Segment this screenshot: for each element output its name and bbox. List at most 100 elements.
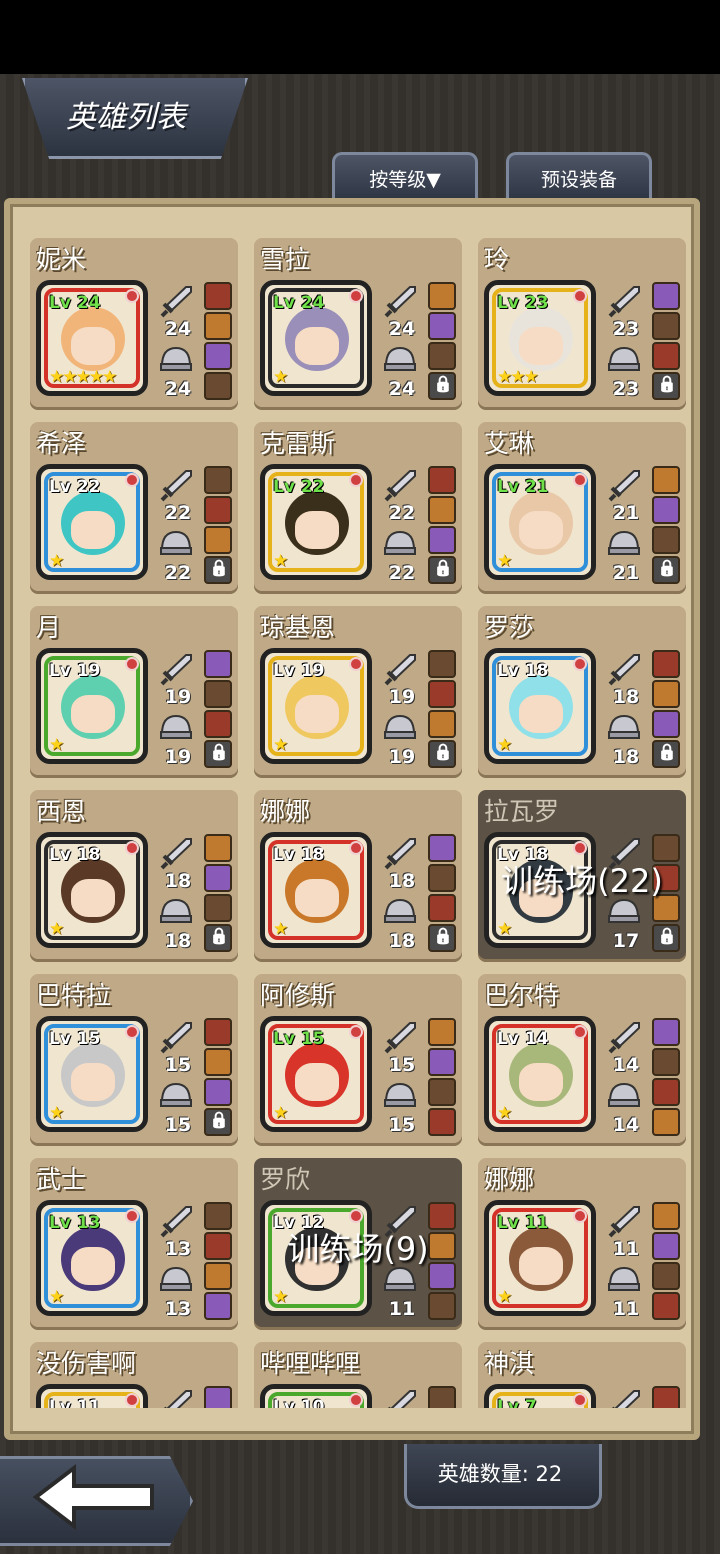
locked-slot-icon[interactable]: [428, 740, 456, 768]
equipment-slot[interactable]: [652, 1078, 680, 1106]
hero-portrait[interactable]: Lv 11 ★: [484, 1200, 596, 1316]
hero-portrait[interactable]: Lv 15 ★: [260, 1016, 372, 1132]
hero-card[interactable]: 罗欣 Lv 12 ★ 11 训练场(9): [254, 1158, 462, 1330]
hero-portrait[interactable]: Lv 18 ★: [484, 648, 596, 764]
hero-card[interactable]: 琼基恩 Lv 19 ★ 19 19: [254, 606, 462, 778]
equipment-slot[interactable]: [652, 1386, 680, 1408]
equipment-slot[interactable]: [428, 496, 456, 524]
hero-card[interactable]: 娜娜 Lv 11 ★ 11 11: [478, 1158, 686, 1330]
equipment-slot[interactable]: [428, 1078, 456, 1106]
equipment-slot[interactable]: [204, 1018, 232, 1046]
equipment-slot[interactable]: [428, 466, 456, 494]
preset-equipment-button[interactable]: 预设装备: [506, 152, 652, 198]
equipment-slot[interactable]: [652, 496, 680, 524]
hero-portrait[interactable]: Lv 22 ★: [36, 464, 148, 580]
sort-by-level-button[interactable]: 按等级▼: [332, 152, 478, 198]
hero-card[interactable]: 克雷斯 Lv 22 ★ 22 22: [254, 422, 462, 594]
hero-portrait[interactable]: Lv 19 ★: [36, 648, 148, 764]
locked-slot-icon[interactable]: [652, 740, 680, 768]
hero-portrait[interactable]: Lv 18 ★: [260, 832, 372, 948]
hero-portrait[interactable]: Lv 21 ★: [484, 464, 596, 580]
equipment-slot[interactable]: [204, 496, 232, 524]
equipment-slot[interactable]: [652, 1292, 680, 1320]
equipment-slot[interactable]: [204, 372, 232, 400]
equipment-slot[interactable]: [652, 1262, 680, 1290]
equipment-slot[interactable]: [204, 1048, 232, 1076]
hero-card[interactable]: 阿修斯 Lv 15 ★ 15 15: [254, 974, 462, 1146]
hero-portrait[interactable]: Lv 15 ★: [36, 1016, 148, 1132]
equipment-slot[interactable]: [652, 1048, 680, 1076]
equipment-slot[interactable]: [652, 710, 680, 738]
equipment-slot[interactable]: [204, 342, 232, 370]
equipment-slot[interactable]: [652, 282, 680, 310]
hero-card[interactable]: 希泽 Lv 22 ★ 22 22: [30, 422, 238, 594]
hero-card[interactable]: 武士 Lv 13 ★ 13 13: [30, 1158, 238, 1330]
locked-slot-icon[interactable]: [428, 556, 456, 584]
locked-slot-icon[interactable]: [652, 924, 680, 952]
equipment-slot[interactable]: [204, 1386, 232, 1408]
locked-slot-icon[interactable]: [652, 556, 680, 584]
equipment-slot[interactable]: [204, 834, 232, 862]
locked-slot-icon[interactable]: [204, 740, 232, 768]
equipment-slot[interactable]: [204, 282, 232, 310]
hero-portrait[interactable]: Lv 11: [36, 1384, 148, 1408]
equipment-slot[interactable]: [652, 342, 680, 370]
equipment-slot[interactable]: [652, 650, 680, 678]
equipment-slot[interactable]: [652, 1232, 680, 1260]
equipment-slot[interactable]: [204, 466, 232, 494]
hero-card[interactable]: 巴尔特 Lv 14 ★ 14 14: [478, 974, 686, 1146]
locked-slot-icon[interactable]: [204, 924, 232, 952]
equipment-slot[interactable]: [652, 312, 680, 340]
equipment-slot[interactable]: [428, 526, 456, 554]
equipment-slot[interactable]: [652, 526, 680, 554]
hero-portrait[interactable]: Lv 7: [484, 1384, 596, 1408]
hero-card[interactable]: 罗莎 Lv 18 ★ 18 18: [478, 606, 686, 778]
equipment-slot[interactable]: [652, 1202, 680, 1230]
equipment-slot[interactable]: [428, 864, 456, 892]
hero-card[interactable]: 艾琳 Lv 21 ★ 21 21: [478, 422, 686, 594]
locked-slot-icon[interactable]: [652, 372, 680, 400]
equipment-slot[interactable]: [428, 680, 456, 708]
equipment-slot[interactable]: [428, 312, 456, 340]
locked-slot-icon[interactable]: [204, 556, 232, 584]
hero-card[interactable]: 巴特拉 Lv 15 ★ 15 15: [30, 974, 238, 1146]
locked-slot-icon[interactable]: [204, 1108, 232, 1136]
hero-card[interactable]: 哔哩哔哩 Lv 10: [254, 1342, 462, 1408]
equipment-slot[interactable]: [204, 1202, 232, 1230]
hero-portrait[interactable]: Lv 10: [260, 1384, 372, 1408]
hero-portrait[interactable]: Lv 13 ★: [36, 1200, 148, 1316]
hero-portrait[interactable]: Lv 22 ★: [260, 464, 372, 580]
equipment-slot[interactable]: [204, 864, 232, 892]
equipment-slot[interactable]: [204, 1292, 232, 1320]
equipment-slot[interactable]: [652, 1108, 680, 1136]
equipment-slot[interactable]: [204, 312, 232, 340]
hero-card[interactable]: 神淇 Lv 7: [478, 1342, 686, 1408]
hero-portrait[interactable]: Lv 23 ★★★: [484, 280, 596, 396]
equipment-slot[interactable]: [428, 282, 456, 310]
hero-card[interactable]: 娜娜 Lv 18 ★ 18 18: [254, 790, 462, 962]
equipment-slot[interactable]: [428, 650, 456, 678]
hero-card[interactable]: 月 Lv 19 ★ 19 19: [30, 606, 238, 778]
equipment-slot[interactable]: [428, 894, 456, 922]
locked-slot-icon[interactable]: [428, 924, 456, 952]
hero-portrait[interactable]: Lv 18 ★: [36, 832, 148, 948]
equipment-slot[interactable]: [428, 1108, 456, 1136]
equipment-slot[interactable]: [428, 1018, 456, 1046]
equipment-slot[interactable]: [428, 1292, 456, 1320]
hero-portrait[interactable]: Lv 24 ★: [260, 280, 372, 396]
hero-card[interactable]: 没伤害啊 Lv 11: [30, 1342, 238, 1408]
hero-portrait[interactable]: Lv 19 ★: [260, 648, 372, 764]
equipment-slot[interactable]: [204, 1262, 232, 1290]
equipment-slot[interactable]: [204, 1232, 232, 1260]
equipment-slot[interactable]: [204, 650, 232, 678]
locked-slot-icon[interactable]: [428, 372, 456, 400]
equipment-slot[interactable]: [428, 834, 456, 862]
equipment-slot[interactable]: [428, 1386, 456, 1408]
hero-card[interactable]: 妮米 Lv 24 ★★★★★ 24 24: [30, 238, 238, 410]
equipment-slot[interactable]: [652, 680, 680, 708]
hero-portrait[interactable]: Lv 24 ★★★★★: [36, 280, 148, 396]
equipment-slot[interactable]: [428, 710, 456, 738]
equipment-slot[interactable]: [204, 1078, 232, 1106]
hero-card[interactable]: 拉瓦罗Lv 18★17训练场(22): [478, 790, 686, 962]
hero-card[interactable]: 雪拉 Lv 24 ★ 24 24: [254, 238, 462, 410]
